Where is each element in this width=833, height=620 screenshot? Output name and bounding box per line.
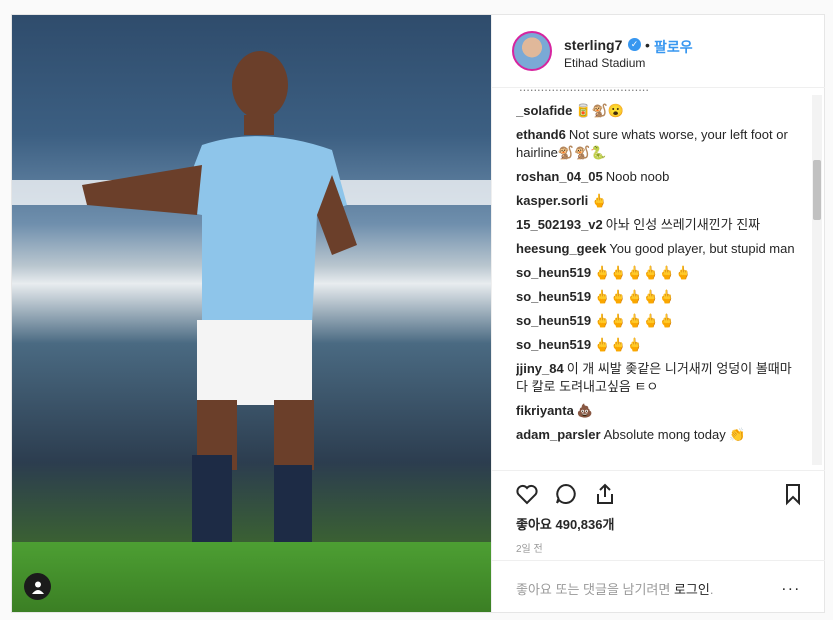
login-prompt-text: 좋아요 또는 댓글을 남기려면 로그인. xyxy=(516,579,713,598)
comment-item: fikriyanta 💩 xyxy=(516,402,802,420)
comment-item: 15_502193_v2 아놔 인성 쓰레기새낀가 진짜 xyxy=(516,216,802,234)
follow-button[interactable]: 팔로우 xyxy=(654,37,693,57)
action-bar xyxy=(492,470,825,511)
comment-icon[interactable] xyxy=(553,481,579,507)
more-options-button[interactable]: ... xyxy=(782,577,801,595)
comment-username[interactable]: jjiny_84 xyxy=(516,361,564,376)
comments-scrollbar[interactable] xyxy=(812,95,822,465)
comment-item: .................................... xyxy=(516,88,802,96)
comment-list[interactable]: .................................... _sol… xyxy=(516,88,802,468)
post-container: sterling7 ✓ • 팔로우 Etihad Stadium .......… xyxy=(11,14,825,613)
comment-item: adam_parsler Absolute mong today 👏 xyxy=(516,426,802,444)
separator-dot: • xyxy=(645,37,650,53)
login-prefix: 좋아요 또는 댓글을 남기려면 xyxy=(516,582,674,597)
player-figure xyxy=(82,51,357,590)
comment-text: 🖕 xyxy=(591,193,608,208)
login-link[interactable]: 로그인 xyxy=(674,582,710,597)
comment-item: kasper.sorli 🖕 xyxy=(516,192,802,210)
comment-text: Noob noob xyxy=(605,169,670,184)
comment-item: ethand6 Not sure whats worse, your left f… xyxy=(516,126,802,162)
user-tag-icon[interactable] xyxy=(24,573,51,600)
share-icon[interactable] xyxy=(592,481,618,507)
comment-text: 🖕🖕🖕🖕🖕 xyxy=(594,313,676,328)
comment-text: .................................... xyxy=(519,88,649,94)
bookmark-icon[interactable] xyxy=(780,481,806,507)
heart-icon[interactable] xyxy=(514,481,540,507)
comment-item: heesung_geek You good player, but stupid … xyxy=(516,240,802,258)
comment-text: 🖕🖕🖕🖕🖕 xyxy=(594,289,676,304)
comment-username[interactable]: so_heun519 xyxy=(516,289,591,304)
comment-username[interactable]: so_heun519 xyxy=(516,313,591,328)
location-link[interactable]: Etihad Stadium xyxy=(564,56,645,70)
username-link[interactable]: sterling7 xyxy=(564,37,622,53)
comment-username[interactable]: so_heun519 xyxy=(516,265,591,280)
comment-text: You good player, but stupid man xyxy=(609,241,795,256)
comment-username[interactable]: ethand6 xyxy=(516,127,566,142)
comment-item: jjiny_84 이 개 씨발 좆같은 니거새끼 엉덩이 볼때마다 칼로 도려내고… xyxy=(516,360,802,396)
comment-item: so_heun519 🖕🖕🖕🖕🖕 xyxy=(516,312,802,330)
comment-text: 아놔 인성 쓰레기새낀가 진짜 xyxy=(605,217,761,232)
login-prompt: 좋아요 또는 댓글을 남기려면 로그인. ... xyxy=(492,560,825,613)
comment-username[interactable]: kasper.sorli xyxy=(516,193,588,208)
comment-username[interactable]: _solafide xyxy=(516,103,572,118)
comment-username[interactable]: so_heun519 xyxy=(516,337,591,352)
comment-username[interactable]: adam_parsler xyxy=(516,427,601,442)
comment-username[interactable]: roshan_04_05 xyxy=(516,169,603,184)
post-timestamp[interactable]: 2일 전 xyxy=(516,540,543,555)
post-photo[interactable] xyxy=(12,15,491,612)
comment-text: Absolute mong today 👏 xyxy=(603,427,746,442)
login-suffix: . xyxy=(709,582,714,597)
avatar[interactable] xyxy=(512,31,552,71)
comment-item: so_heun519 🖕🖕🖕 xyxy=(516,336,802,354)
comment-item: _solafide 🥫🐒😮 xyxy=(516,102,802,120)
comment-username[interactable]: 15_502193_v2 xyxy=(516,217,603,232)
verified-check-icon: ✓ xyxy=(628,38,641,51)
comment-username[interactable]: heesung_geek xyxy=(516,241,606,256)
comment-text: 🖕🖕🖕🖕🖕🖕 xyxy=(594,265,692,280)
comment-username[interactable]: fikriyanta xyxy=(516,403,574,418)
comment-item: roshan_04_05 Noob noob xyxy=(516,168,802,186)
comment-item: so_heun519 🖕🖕🖕🖕🖕🖕 xyxy=(516,264,802,282)
comment-text: 💩 xyxy=(576,403,593,418)
comment-text: 🥫🐒😮 xyxy=(575,103,624,118)
comment-item: so_heun519 🖕🖕🖕🖕🖕 xyxy=(516,288,802,306)
like-count[interactable]: 좋아요 490,836개 xyxy=(516,514,614,533)
post-header: sterling7 ✓ • 팔로우 Etihad Stadium xyxy=(492,15,825,88)
scrollbar-thumb[interactable] xyxy=(813,160,821,220)
post-sidebar: sterling7 ✓ • 팔로우 Etihad Stadium .......… xyxy=(491,15,825,612)
pitch-grass xyxy=(12,542,491,612)
comment-text: 🖕🖕🖕 xyxy=(594,337,643,352)
